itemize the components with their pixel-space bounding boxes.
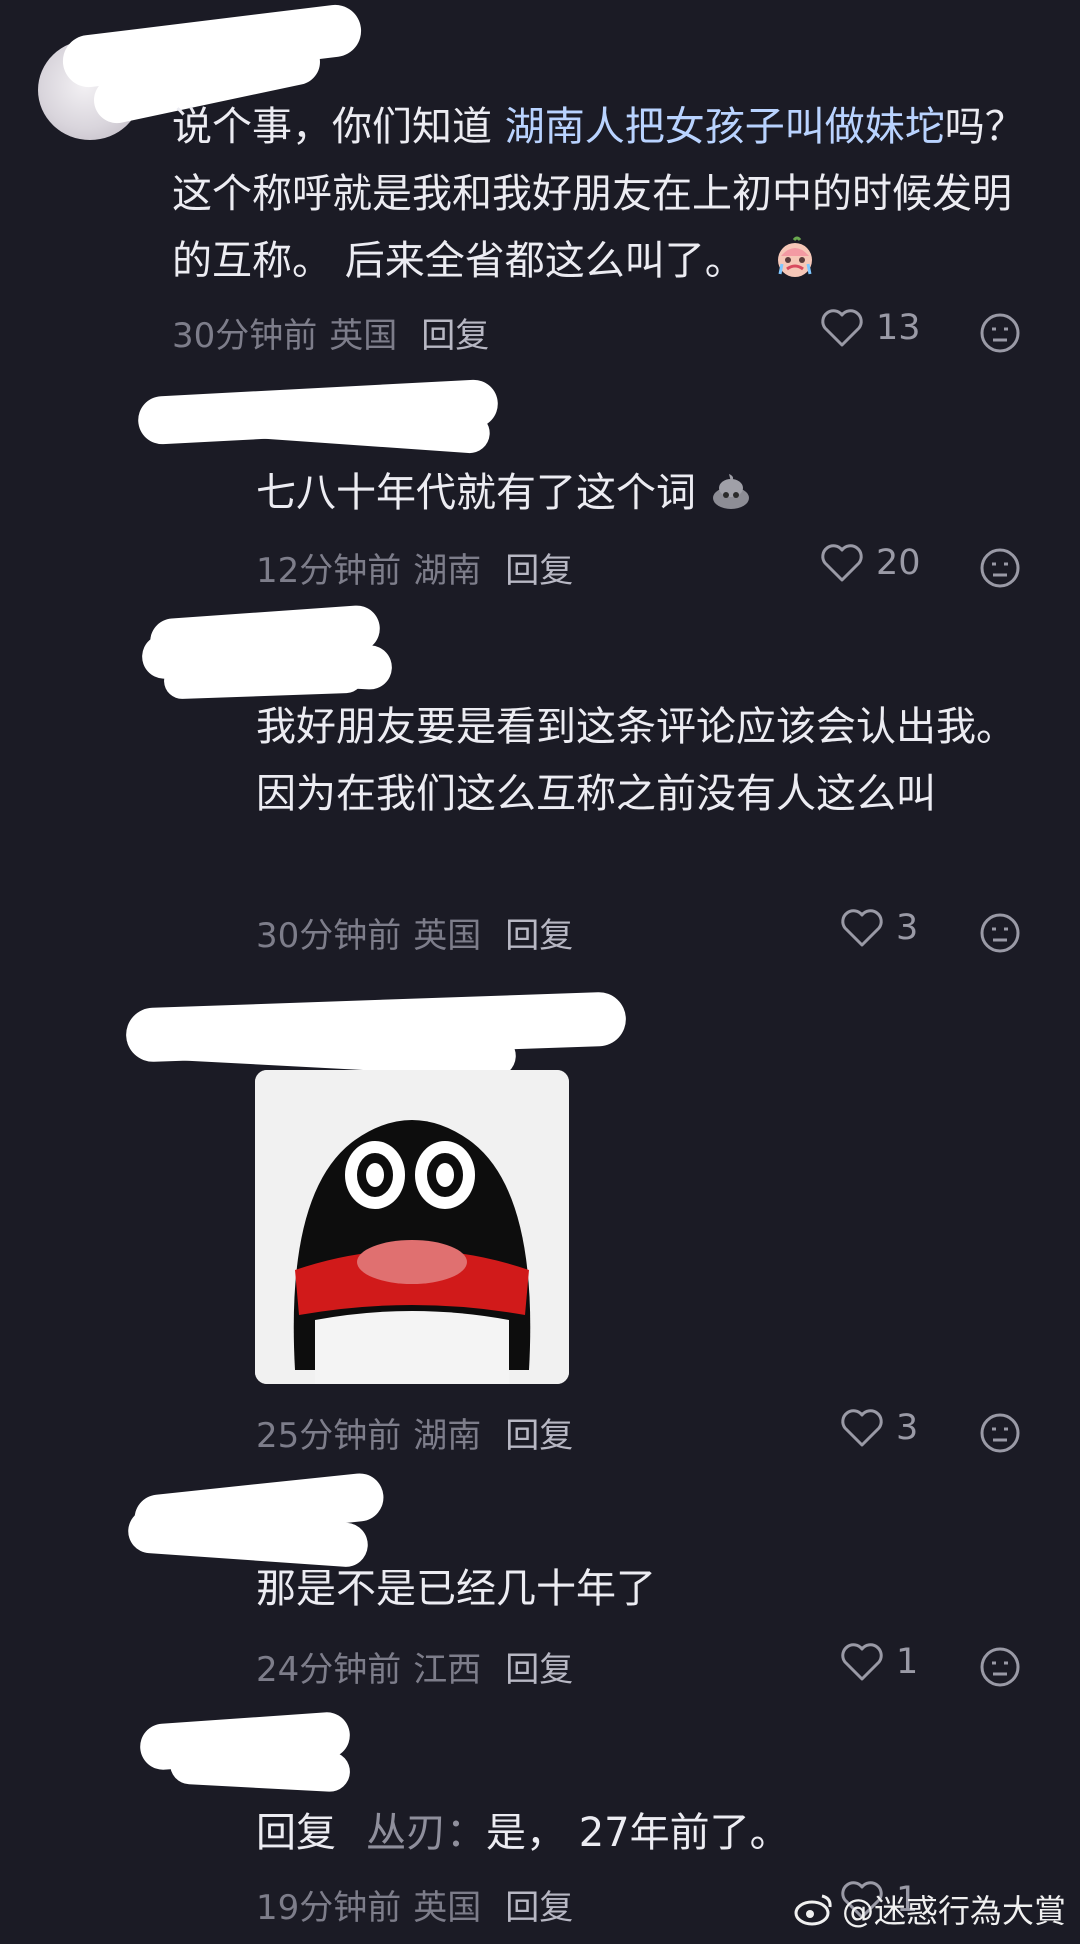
watermark: @迷惑行為大賞 [794, 1886, 1066, 1932]
comment-meta: 24分钟前 江西 回复 [256, 1642, 573, 1691]
reply-button[interactable]: 回复 [505, 551, 573, 591]
comment-text: 七八十年代就有了这个词 [256, 460, 1036, 527]
comment-location: 湖南 [413, 1416, 482, 1456]
like-count: 3 [896, 908, 919, 948]
comment-text: 说个事，你们知道 湖南人把女孩子叫做妹坨吗？ 这个称呼就是我和我好朋友在上初中的… [172, 94, 1032, 295]
highlight-keyword-link[interactable]: 湖南人把女孩子叫做妹坨 [505, 104, 945, 150]
comment-location: 英国 [329, 316, 398, 356]
reply-prefix: 回复 [256, 1810, 336, 1856]
like-count: 1 [896, 1642, 919, 1682]
dislike-face-icon[interactable] [979, 912, 1021, 954]
reply-button[interactable]: 回复 [505, 1888, 573, 1928]
comment-body: 我好朋友要是看到这条评论应该会认出我。因为在我们这么互称之前没有人这么叫 [256, 704, 1016, 817]
heart-icon [821, 309, 863, 347]
reply-to-user-link[interactable]: 丛刃： [366, 1810, 486, 1856]
like-button[interactable]: 3 [840, 908, 918, 948]
comment-text: 我好朋友要是看到这条评论应该会认出我。因为在我们这么互称之前没有人这么叫 [256, 694, 1026, 828]
username-redaction [169, 1743, 351, 1793]
comment-text: 那是不是已经几十年了 [256, 1556, 1026, 1623]
comment-meta: 19分钟前 英国 回复 [256, 1880, 573, 1929]
penguin-sticker-image[interactable] [255, 1070, 569, 1384]
comment-body: 那是不是已经几十年了 [256, 1566, 656, 1612]
comment-time: 25分钟前 [256, 1416, 402, 1456]
heart-icon [841, 909, 883, 947]
watermark-text: @迷惑行為大賞 [841, 1892, 1066, 1930]
reply-button[interactable]: 回复 [421, 316, 489, 356]
comment-meta: 30分钟前 英国 回复 [256, 908, 573, 957]
poop-emoji-icon [712, 474, 749, 509]
weibo-logo-icon [794, 1894, 832, 1926]
reply-line: 回复 丛刃：是， 27年前了。 [256, 1800, 790, 1858]
comment-meta: 12分钟前 湖南 回复 [256, 543, 573, 592]
comment-body: 七八十年代就有了这个词 [256, 470, 696, 516]
crying-emoji-icon [778, 236, 813, 277]
comment-meta: 25分钟前 湖南 回复 [256, 1408, 573, 1457]
like-button[interactable]: 1 [840, 1642, 918, 1682]
dislike-face-icon[interactable] [979, 1646, 1021, 1688]
heart-icon [821, 544, 863, 582]
reply-button[interactable]: 回复 [505, 916, 573, 956]
dislike-face-icon[interactable] [979, 547, 1021, 589]
comment-location: 英国 [413, 916, 482, 956]
reply-button[interactable]: 回复 [505, 1416, 573, 1456]
dislike-face-icon[interactable] [979, 1412, 1021, 1454]
comment-time: 24分钟前 [256, 1650, 402, 1690]
qq-penguin-icon [255, 1070, 569, 1384]
like-count: 20 [876, 543, 921, 583]
comment-location: 江西 [413, 1650, 482, 1690]
comment-meta: 30分钟前 英国 回复 [172, 308, 489, 357]
comment-time: 12分钟前 [256, 551, 402, 591]
like-button[interactable]: 20 [820, 543, 921, 583]
dislike-face-icon[interactable] [979, 312, 1021, 354]
comment-body: 是， 27年前了。 [486, 1810, 790, 1856]
comment-time: 30分钟前 [172, 316, 318, 356]
like-count: 3 [896, 1408, 919, 1448]
comment-time: 19分钟前 [256, 1888, 402, 1928]
like-button[interactable]: 3 [840, 1408, 918, 1448]
like-button[interactable]: 13 [820, 308, 921, 348]
comment-text-before: 说个事，你们知道 [172, 104, 505, 150]
comment-time: 30分钟前 [256, 916, 402, 956]
reply-button[interactable]: 回复 [505, 1650, 573, 1690]
comment-location: 湖南 [413, 551, 482, 591]
heart-icon [841, 1409, 883, 1447]
heart-icon [841, 1643, 883, 1681]
like-count: 13 [876, 308, 921, 348]
comment-location: 英国 [413, 1888, 482, 1928]
